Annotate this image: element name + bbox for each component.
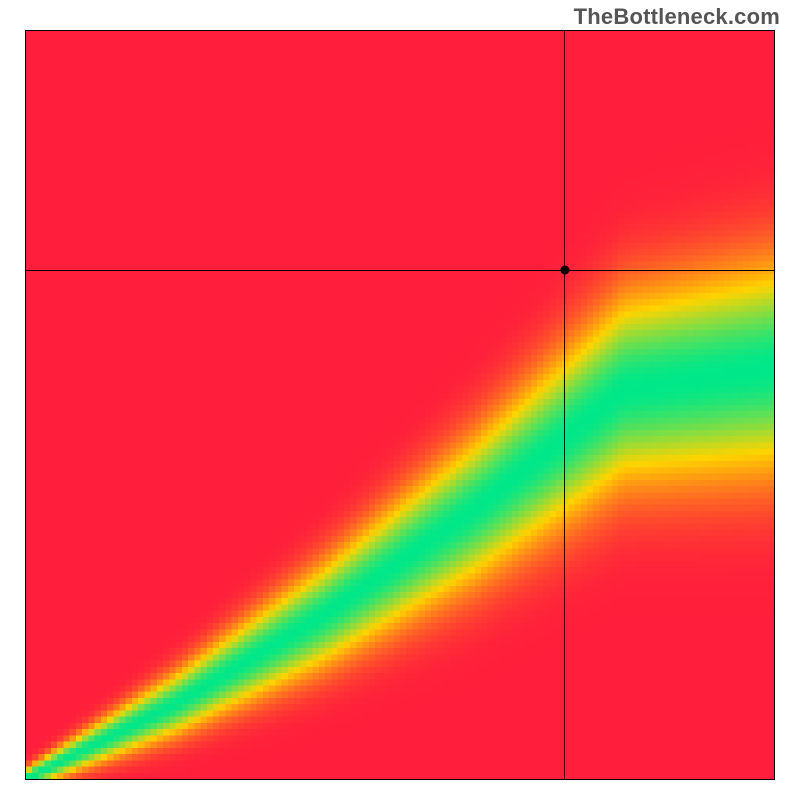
crosshair-horizontal [26,270,774,271]
heatmap-canvas [26,31,774,779]
plot-area [25,30,775,780]
crosshair-vertical [564,31,565,779]
chart-wrapper: TheBottleneck.com [0,0,800,800]
watermark-text: TheBottleneck.com [574,4,780,30]
crosshair-marker [560,266,569,275]
